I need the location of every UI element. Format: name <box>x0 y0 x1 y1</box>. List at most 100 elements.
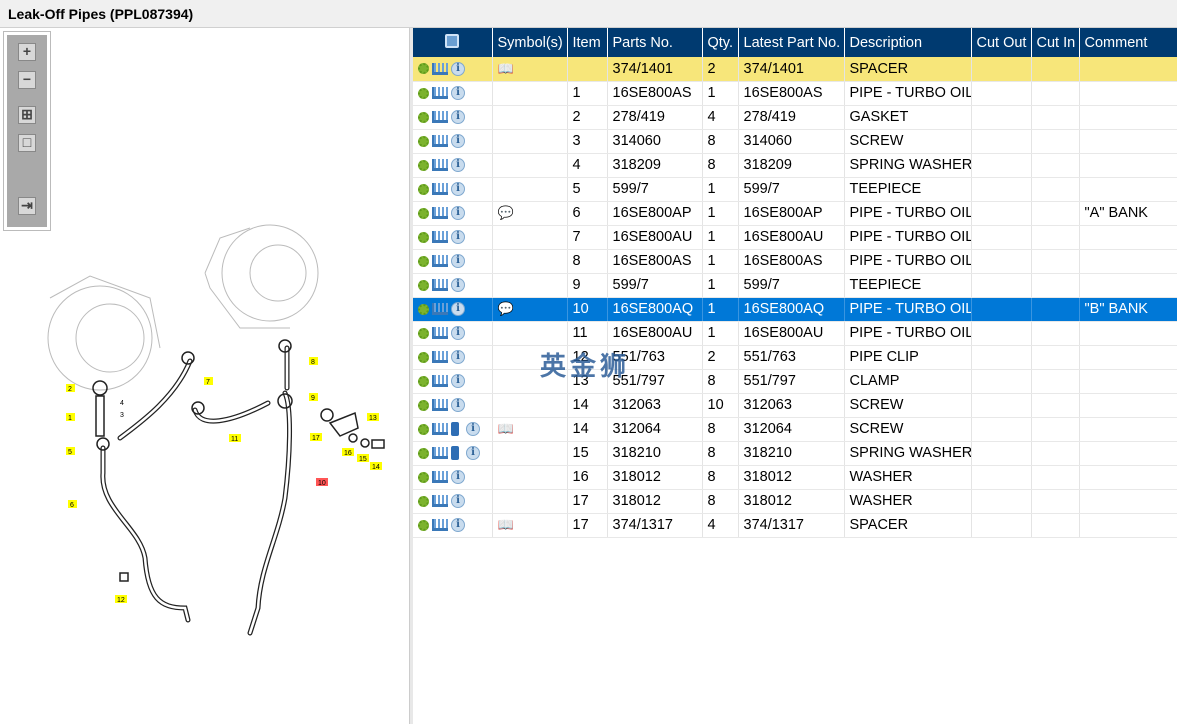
info-icon[interactable]: i <box>451 61 465 76</box>
info-icon[interactable]: i <box>451 158 465 173</box>
gear-icon[interactable] <box>418 63 429 75</box>
gear-icon[interactable] <box>418 255 429 267</box>
manual-icon[interactable] <box>451 446 459 461</box>
cart-icon[interactable] <box>432 87 448 100</box>
table-row[interactable]: i 9 599/7 1 599/7 TEEPIECE <box>413 273 1177 298</box>
gear-icon[interactable] <box>418 207 429 219</box>
info-icon[interactable]: i <box>451 518 465 533</box>
cart-icon[interactable] <box>432 327 448 340</box>
table-row[interactable]: i 15 318210 8 318210 SPRING WASHER <box>413 441 1177 466</box>
column-header-description[interactable]: Description <box>844 28 972 57</box>
gear-icon[interactable] <box>418 519 429 531</box>
book-search-icon[interactable]: 📖 <box>498 517 514 532</box>
cart-icon[interactable] <box>432 207 448 220</box>
column-header-cut-out[interactable]: Cut Out <box>971 28 1032 57</box>
comment-icon[interactable]: 💬 <box>498 205 514 220</box>
cart-icon[interactable] <box>432 375 448 388</box>
gear-icon[interactable] <box>418 351 429 363</box>
info-icon[interactable]: i <box>451 86 465 101</box>
gear-icon[interactable] <box>418 159 429 171</box>
info-icon[interactable]: i <box>451 350 465 365</box>
info-icon[interactable]: i <box>451 230 465 245</box>
table-row[interactable]: i 5 599/7 1 599/7 TEEPIECE <box>413 177 1177 202</box>
info-icon[interactable]: i <box>451 254 465 269</box>
book-search-icon[interactable]: 📖 <box>498 421 514 436</box>
table-row[interactable]: i816SE800AS116SE800ASPIPE - TURBO OIL L <box>413 249 1177 274</box>
column-header-actions[interactable] <box>413 28 493 57</box>
table-row[interactable]: i716SE800AU116SE800AUPIPE - TURBO OIL L <box>413 225 1177 250</box>
gear-icon[interactable] <box>418 279 429 291</box>
cart-icon[interactable] <box>432 279 448 292</box>
info-icon[interactable]: i <box>451 302 465 317</box>
table-row[interactable]: i 12 551/763 2 551/763 PIPE CLIP <box>413 345 1177 370</box>
gear-icon[interactable] <box>418 375 429 387</box>
info-icon[interactable]: i <box>451 494 465 509</box>
table-row[interactable]: i 13 551/797 8 551/797 CLAMP <box>413 369 1177 394</box>
cart-icon[interactable] <box>432 495 448 508</box>
column-header-comment[interactable]: Comment <box>1079 28 1177 57</box>
info-icon[interactable]: i <box>451 110 465 125</box>
gear-icon[interactable] <box>418 87 429 99</box>
cart-icon[interactable] <box>432 111 448 124</box>
cart-icon[interactable] <box>432 255 448 268</box>
cart-icon[interactable] <box>432 519 448 532</box>
table-row[interactable]: i 📖 17 374/1317 4 374/1317 SPACER <box>413 513 1177 538</box>
cart-icon[interactable] <box>432 62 448 75</box>
cart-icon[interactable] <box>432 351 448 364</box>
gear-icon[interactable] <box>418 327 429 339</box>
table-row[interactable]: i 📖 14 312064 8 312064 SCREW <box>413 417 1177 442</box>
table-row[interactable]: i 3 314060 8 314060 SCREW <box>413 129 1177 154</box>
column-header-latest-part-no[interactable]: Latest Part No. <box>738 28 845 57</box>
info-icon[interactable]: i <box>451 134 465 149</box>
cart-icon[interactable] <box>432 159 448 172</box>
table-row[interactable]: i 17 318012 8 318012 WASHER <box>413 489 1177 514</box>
cart-icon[interactable] <box>432 183 448 196</box>
column-header-parts-no[interactable]: Parts No. <box>607 28 703 57</box>
gear-icon[interactable] <box>418 471 429 483</box>
info-icon[interactable]: i <box>451 374 465 389</box>
cart-icon[interactable] <box>432 399 448 412</box>
table-row[interactable]: i 16 318012 8 318012 WASHER <box>413 465 1177 490</box>
cart-icon[interactable] <box>432 231 448 244</box>
column-header-item[interactable]: Item <box>567 28 608 57</box>
info-icon[interactable]: i <box>451 206 465 221</box>
table-row[interactable]: i 14 312063 10 312063 SCREW <box>413 393 1177 418</box>
gear-icon[interactable] <box>418 303 429 315</box>
table-row[interactable]: i 2 278/419 4 278/419 GASKET <box>413 105 1177 130</box>
column-header-qty[interactable]: Qty. <box>702 28 739 57</box>
info-icon[interactable]: i <box>451 326 465 341</box>
manual-icon[interactable] <box>451 422 459 437</box>
info-icon[interactable]: i <box>466 422 481 437</box>
gear-icon[interactable] <box>418 183 429 195</box>
gear-icon[interactable] <box>418 231 429 243</box>
gear-icon[interactable] <box>418 495 429 507</box>
info-icon[interactable]: i <box>451 398 465 413</box>
gear-icon[interactable] <box>418 399 429 411</box>
cart-icon[interactable] <box>432 447 448 460</box>
gear-icon[interactable] <box>418 447 429 459</box>
table-row[interactable]: i 💬 10 16SE800AQ 1 16SE800AQ PIPE - TURBO OIL … <box>413 297 1177 322</box>
cell-quantity: 8 <box>702 489 739 514</box>
table-row[interactable]: i116SE800AS116SE800ASPIPE - TURBO OIL L <box>413 81 1177 106</box>
table-row[interactable]: i1116SE800AU116SE800AUPIPE - TURBO OIL L <box>413 321 1177 346</box>
search-parts-icon[interactable] <box>445 33 460 48</box>
table-row[interactable]: i 📖 374/1401 2 374/1401 SPACER <box>413 57 1177 82</box>
info-icon[interactable]: i <box>466 446 481 461</box>
info-icon[interactable]: i <box>451 182 465 197</box>
column-header-cut-in[interactable]: Cut In <box>1031 28 1080 57</box>
gear-icon[interactable] <box>418 135 429 147</box>
gear-icon[interactable] <box>418 423 429 435</box>
cart-icon[interactable] <box>432 423 448 436</box>
book-search-icon[interactable]: 📖 <box>498 61 514 76</box>
comment-icon[interactable]: 💬 <box>498 301 514 316</box>
exploded-diagram[interactable]: 1 2 3 4 5 6 7 8 9 10 11 12 13 14 15 16 1… <box>0 28 410 724</box>
cart-icon[interactable] <box>432 135 448 148</box>
info-icon[interactable]: i <box>451 278 465 293</box>
column-header-symbols[interactable]: Symbol(s) <box>492 28 568 57</box>
info-icon[interactable]: i <box>451 470 465 485</box>
table-row[interactable]: i💬616SE800AP116SE800APPIPE - TURBO OIL L… <box>413 201 1177 226</box>
table-row[interactable]: i 4 318209 8 318209 SPRING WASHER <box>413 153 1177 178</box>
gear-icon[interactable] <box>418 111 429 123</box>
cart-icon[interactable] <box>432 303 448 316</box>
cart-icon[interactable] <box>432 471 448 484</box>
